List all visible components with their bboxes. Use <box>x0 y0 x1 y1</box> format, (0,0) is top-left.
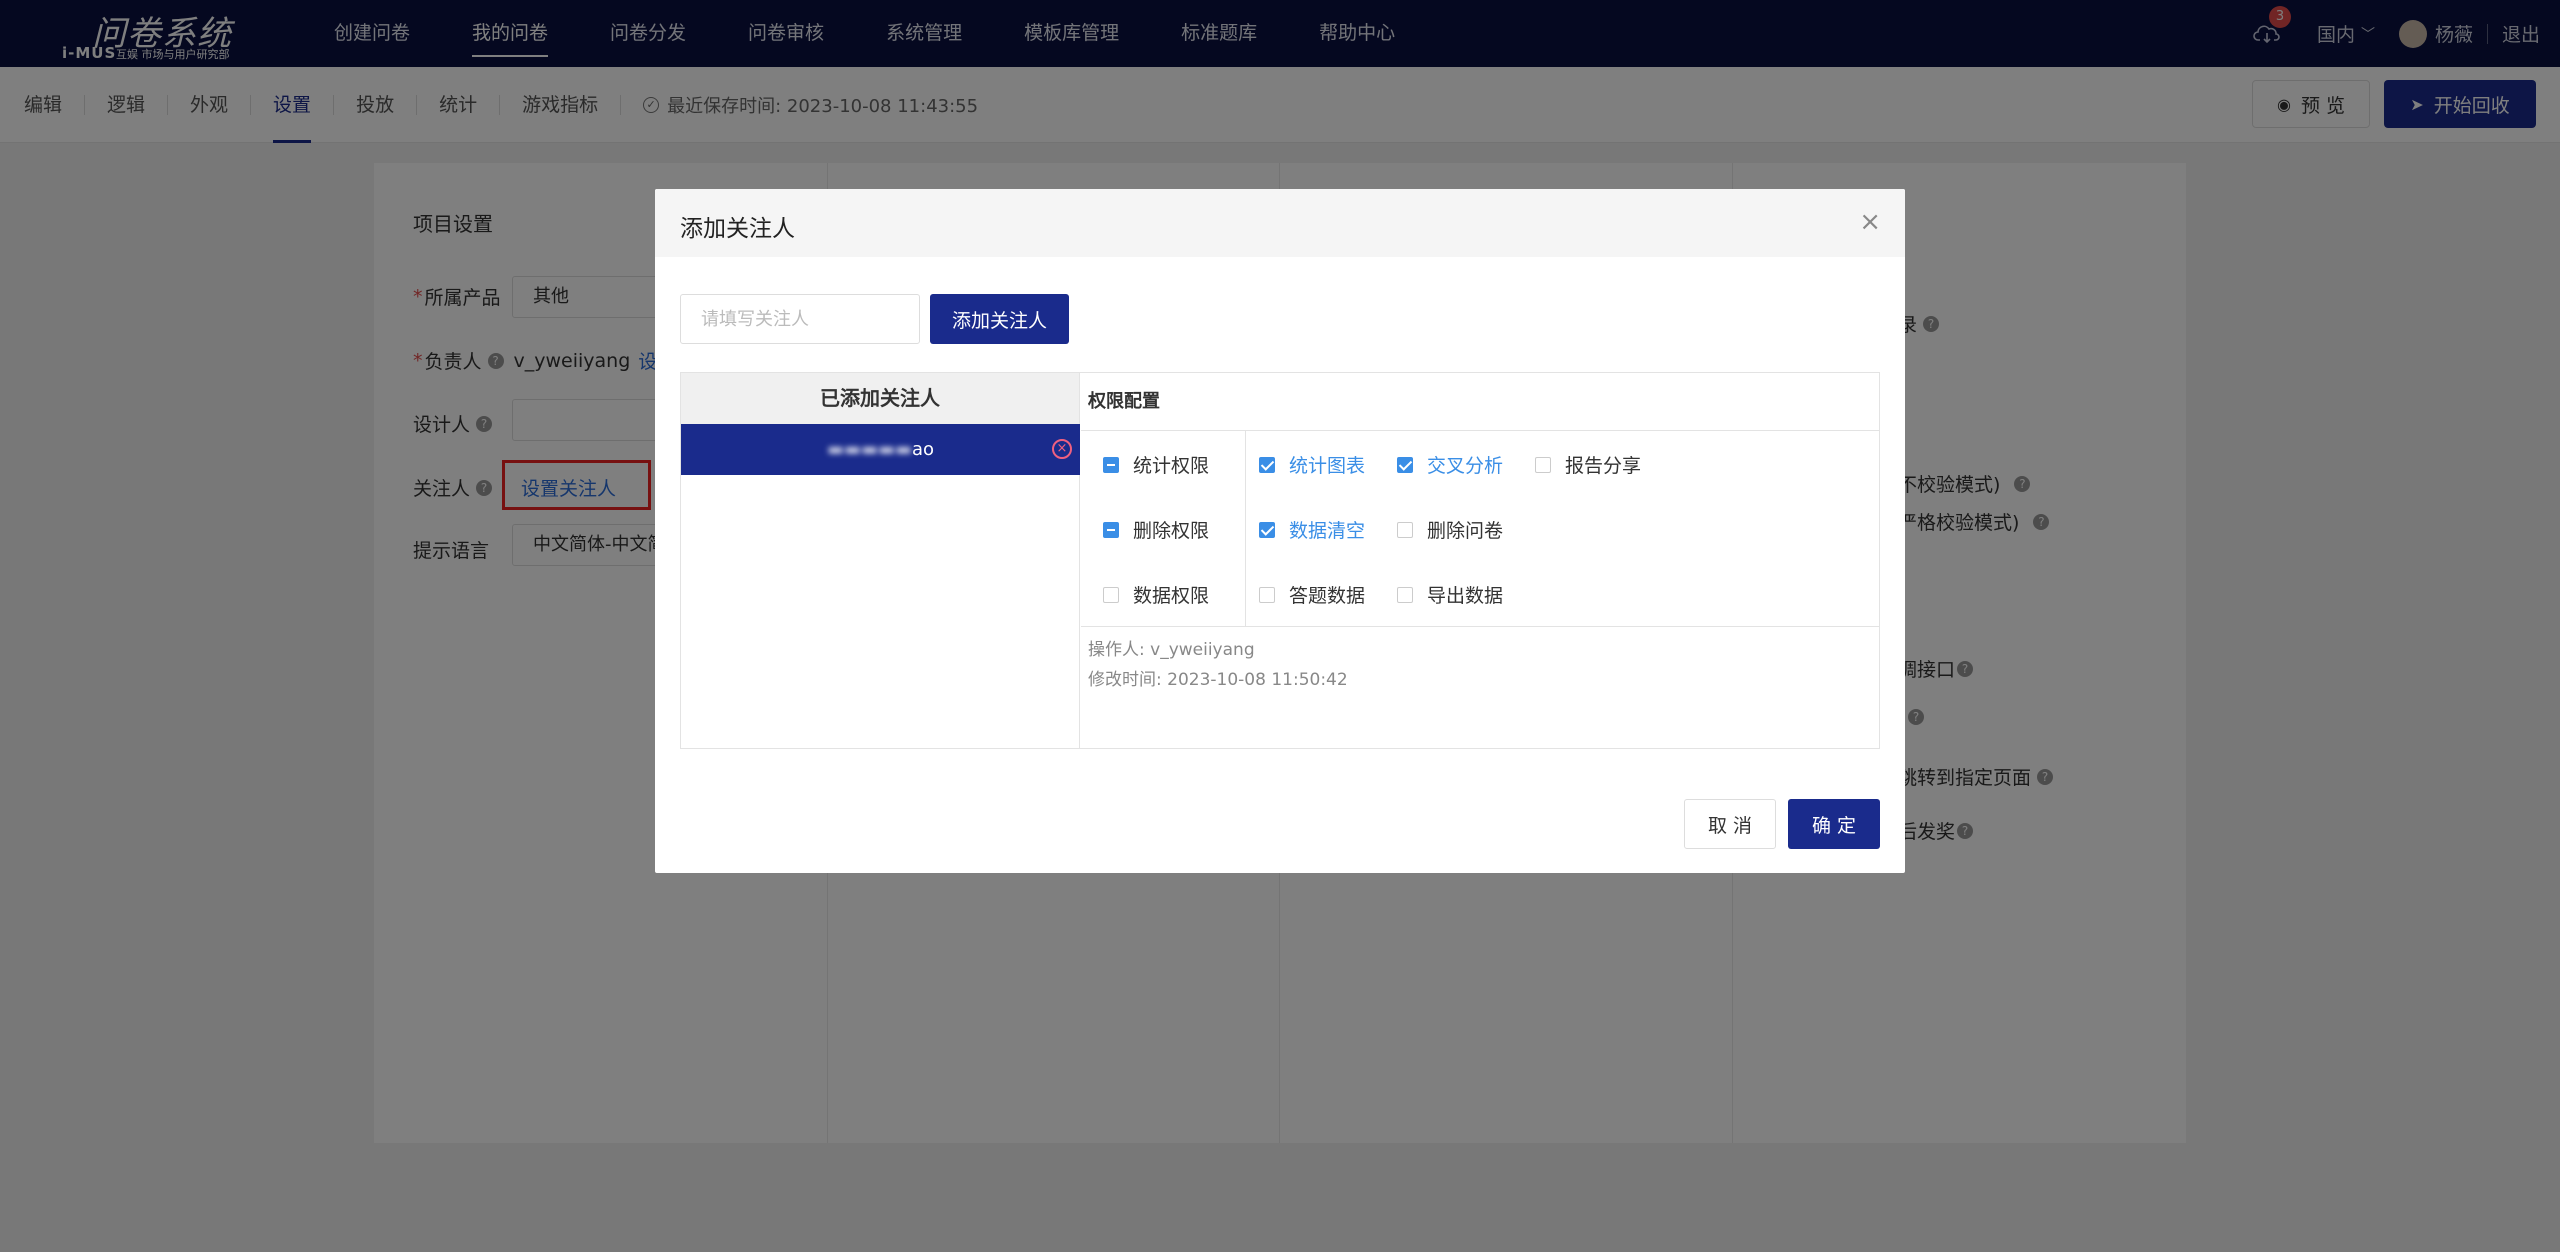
follower-input[interactable] <box>680 294 920 344</box>
report-share-checkbox[interactable]: 报告分享 <box>1535 451 1641 478</box>
checkbox-label: 导出数据 <box>1427 585 1504 607</box>
checkbox-icon <box>1103 586 1119 603</box>
export-data-checkbox[interactable]: 导出数据 <box>1397 581 1503 608</box>
follower-panel: 已添加关注人 ▬▬▬▬▬ao × 权限配置 统计权限 统计图表 交叉分析 报告分… <box>680 372 1880 749</box>
blurred-username: ▬▬▬▬▬ <box>826 439 912 460</box>
permission-panel: 权限配置 统计权限 统计图表 交叉分析 报告分享 删除权限 数据清空 删除问卷 … <box>1081 373 1879 748</box>
checkbox-label: 答题数据 <box>1289 585 1366 607</box>
checkbox-label: 数据权限 <box>1133 585 1210 607</box>
added-followers-list: 已添加关注人 ▬▬▬▬▬ao × <box>681 373 1080 748</box>
modified-time-text: 修改时间: 2023-10-08 11:50:42 <box>1088 670 1348 690</box>
remove-circle-icon[interactable]: × <box>1052 439 1072 459</box>
checkbox-label: 统计权限 <box>1133 455 1210 477</box>
cancel-button[interactable]: 取 消 <box>1684 799 1776 849</box>
added-followers-header: 已添加关注人 <box>681 373 1079 424</box>
checkbox-checked-icon <box>1259 521 1275 538</box>
checkbox-label: 统计图表 <box>1289 455 1366 477</box>
checkbox-indeterminate-icon <box>1103 456 1119 473</box>
checkbox-label: 报告分享 <box>1565 455 1642 477</box>
checkbox-checked-icon <box>1397 456 1413 473</box>
audit-info: 操作人: v_yweiiyang 修改时间: 2023-10-08 11:50:… <box>1088 635 1348 695</box>
checkbox-label: 交叉分析 <box>1427 455 1504 477</box>
data-permission-checkbox[interactable]: 数据权限 <box>1103 581 1209 608</box>
checkbox-icon <box>1397 586 1413 603</box>
stats-chart-checkbox[interactable]: 统计图表 <box>1259 451 1365 478</box>
stats-permission-checkbox[interactable]: 统计权限 <box>1103 451 1209 478</box>
permission-header: 权限配置 <box>1081 373 1879 431</box>
checkbox-label: 删除权限 <box>1133 520 1210 542</box>
dialog-header: 添加关注人 × <box>655 189 1905 257</box>
delete-permission-checkbox[interactable]: 删除权限 <box>1103 516 1209 543</box>
checkbox-icon <box>1535 456 1551 473</box>
checkbox-label: 删除问卷 <box>1427 520 1504 542</box>
checkbox-label: 数据清空 <box>1289 520 1366 542</box>
checkbox-indeterminate-icon <box>1103 521 1119 538</box>
operator-text: 操作人: v_yweiiyang <box>1088 640 1255 660</box>
delete-survey-checkbox[interactable]: 删除问卷 <box>1397 516 1503 543</box>
checkbox-icon <box>1397 521 1413 538</box>
permission-grid: 统计权限 统计图表 交叉分析 报告分享 删除权限 数据清空 删除问卷 数据权限 … <box>1081 431 1879 627</box>
confirm-button[interactable]: 确 定 <box>1788 799 1880 849</box>
close-icon[interactable]: × <box>1859 207 1881 237</box>
username-suffix: ao <box>912 439 935 460</box>
dialog-title: 添加关注人 <box>680 216 795 242</box>
cross-analysis-checkbox[interactable]: 交叉分析 <box>1397 451 1503 478</box>
divider <box>1245 431 1246 627</box>
add-follower-dialog: 添加关注人 × 添加关注人 已添加关注人 ▬▬▬▬▬ao × 权限配置 统计权限… <box>655 189 1905 873</box>
answer-data-checkbox[interactable]: 答题数据 <box>1259 581 1365 608</box>
list-item[interactable]: ▬▬▬▬▬ao × <box>681 424 1080 475</box>
checkbox-icon <box>1259 586 1275 603</box>
data-clear-checkbox[interactable]: 数据清空 <box>1259 516 1365 543</box>
add-follower-button[interactable]: 添加关注人 <box>930 294 1069 344</box>
checkbox-checked-icon <box>1259 456 1275 473</box>
